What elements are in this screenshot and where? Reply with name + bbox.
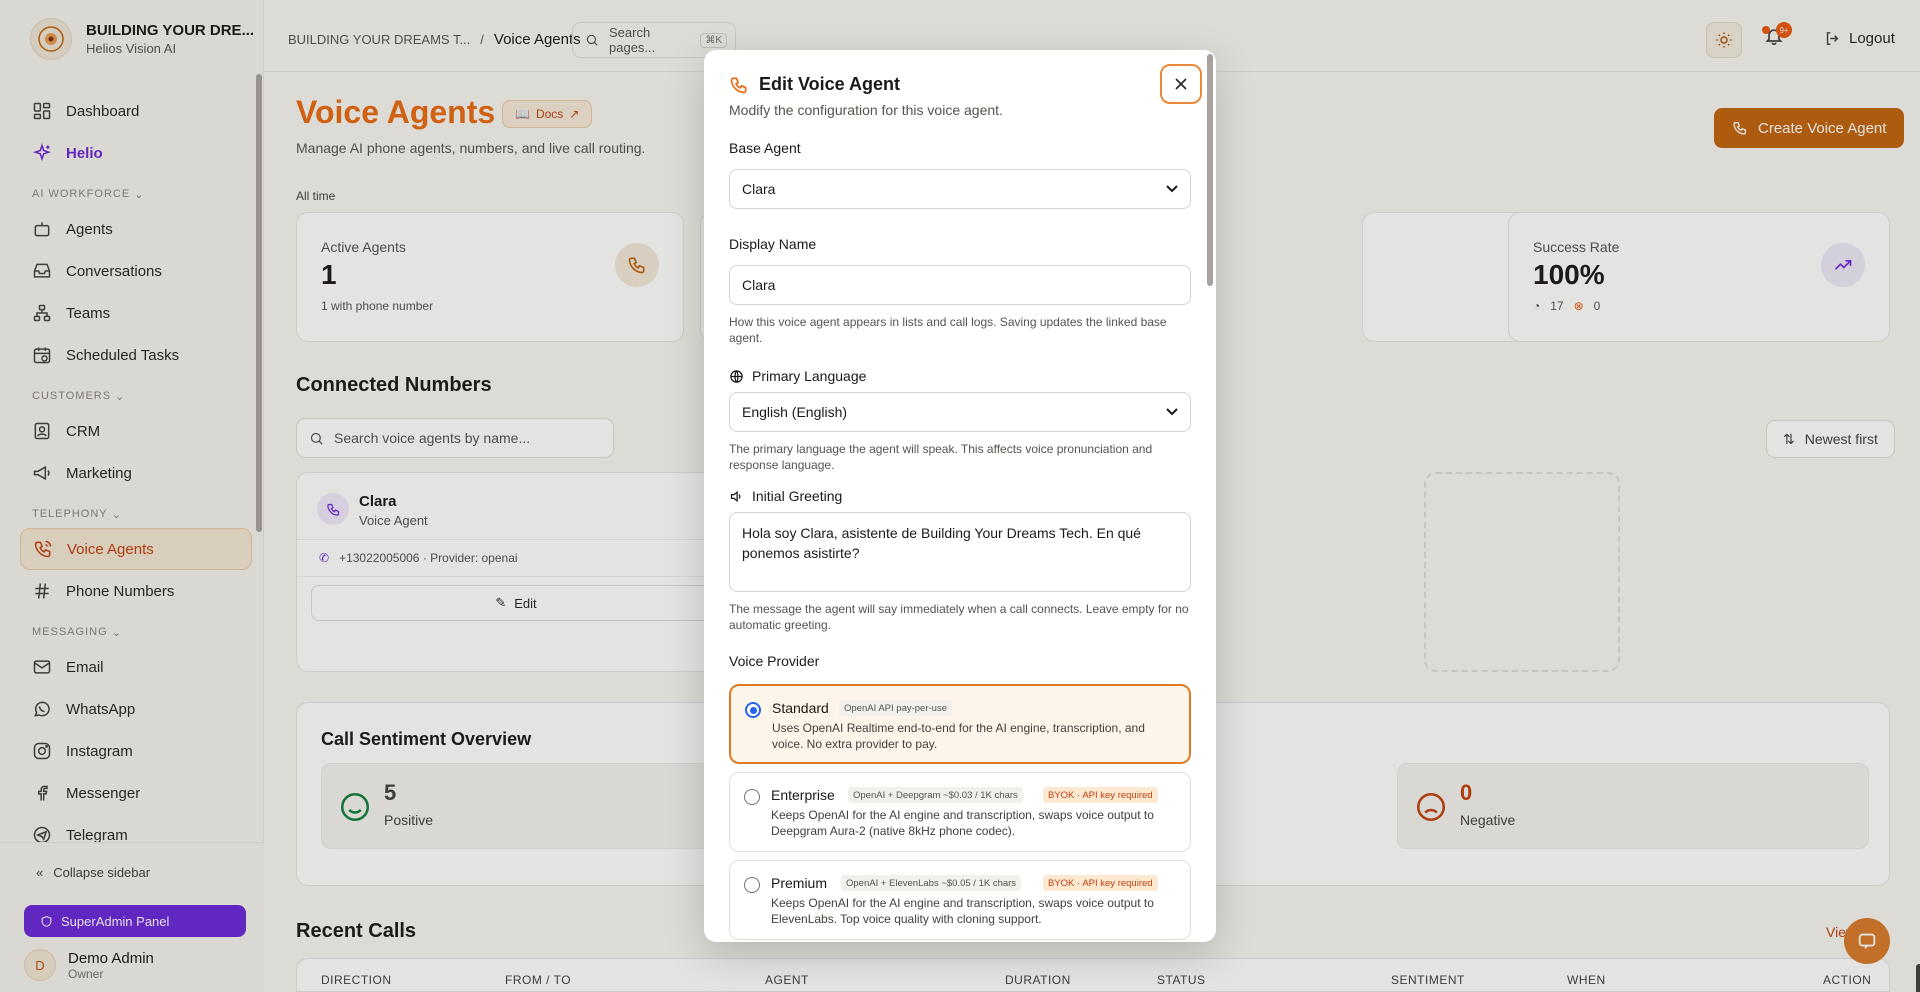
chevron-down-icon bbox=[1166, 408, 1178, 416]
provider-option-standard[interactable]: Standard OpenAI API pay-per-use Uses Ope… bbox=[729, 684, 1191, 764]
byok-badge: BYOK · API key required bbox=[1043, 875, 1158, 891]
provider-radio-enterprise[interactable] bbox=[744, 789, 760, 805]
close-button[interactable] bbox=[1160, 64, 1202, 104]
voice-provider-label: Voice Provider bbox=[729, 653, 820, 669]
initial-greeting-textarea[interactable]: Hola soy Clara, asistente de Building Yo… bbox=[729, 512, 1191, 592]
volume-icon bbox=[729, 489, 744, 504]
provider-radio-premium[interactable] bbox=[744, 877, 760, 893]
byok-badge: BYOK · API key required bbox=[1043, 787, 1158, 803]
close-icon bbox=[1175, 78, 1187, 90]
initial-greeting-help: The message the agent will say immediate… bbox=[729, 602, 1189, 632]
primary-language-label: Primary Language bbox=[729, 368, 866, 384]
provider-option-premium[interactable]: Premium OpenAI + ElevenLabs ~$0.05 / 1K … bbox=[729, 860, 1191, 940]
primary-language-help: The primary language the agent will spea… bbox=[729, 442, 1153, 472]
provider-chip: OpenAI + ElevenLabs ~$0.05 / 1K chars bbox=[841, 875, 1022, 891]
dialog-scrollbar[interactable] bbox=[1207, 54, 1213, 286]
initial-greeting-label: Initial Greeting bbox=[729, 488, 842, 504]
phone-icon bbox=[729, 75, 749, 95]
chevron-down-icon bbox=[1166, 185, 1178, 193]
dialog-title: Edit Voice Agent bbox=[729, 74, 900, 95]
display-name-label: Display Name bbox=[729, 236, 817, 252]
base-agent-select[interactable]: Clara bbox=[729, 169, 1191, 209]
base-agent-label: Base Agent bbox=[729, 140, 801, 156]
provider-chip: OpenAI + Deepgram ~$0.03 / 1K chars bbox=[848, 787, 1023, 803]
display-name-input[interactable]: Clara bbox=[729, 265, 1191, 305]
primary-language-select[interactable]: English (English) bbox=[729, 392, 1191, 432]
provider-radio-standard[interactable] bbox=[745, 702, 761, 718]
dialog-description: Modify the configuration for this voice … bbox=[729, 102, 1003, 118]
globe-icon bbox=[729, 369, 744, 384]
provider-option-enterprise[interactable]: Enterprise OpenAI + Deepgram ~$0.03 / 1K… bbox=[729, 772, 1191, 852]
provider-chip: OpenAI API pay-per-use bbox=[839, 700, 952, 716]
edit-voice-agent-dialog: Edit Voice Agent Modify the configuratio… bbox=[704, 50, 1216, 942]
display-name-help: How this voice agent appears in lists an… bbox=[729, 315, 1167, 345]
